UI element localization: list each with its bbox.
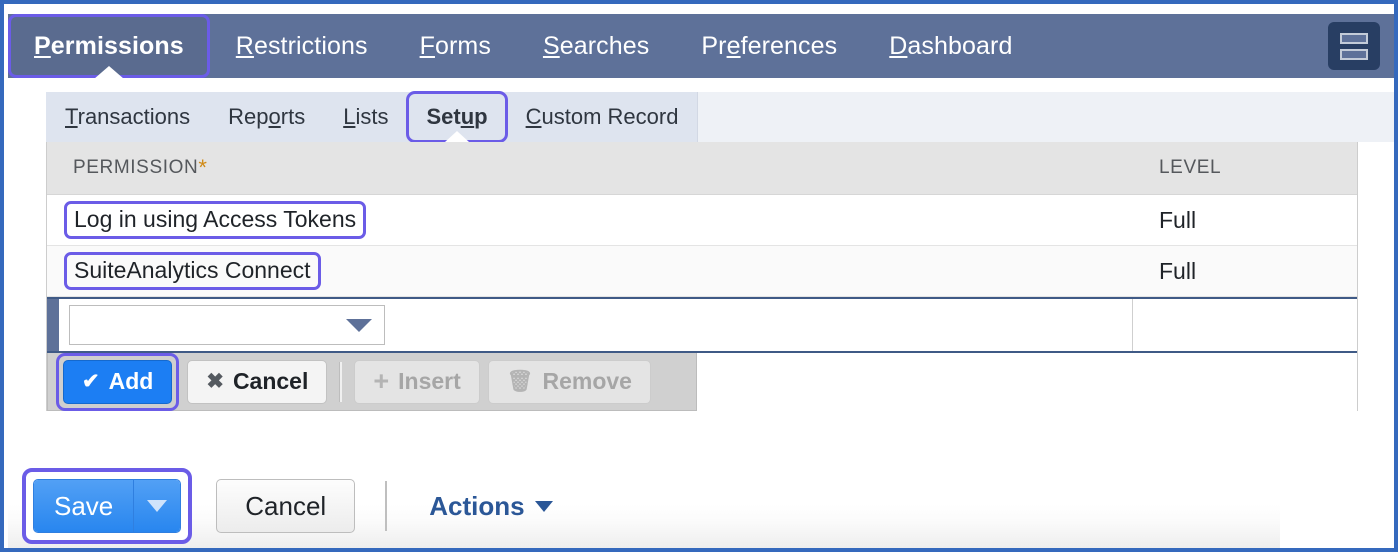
sub-tab-setup[interactable]: Setup — [406, 91, 508, 143]
cancel-button-label: Cancel — [245, 490, 327, 521]
grid-header-row: PERMISSION* LEVEL — [47, 142, 1357, 195]
remove-button[interactable]: 🗑 Remove — [487, 359, 651, 404]
insert-button-label: Insert — [398, 368, 461, 394]
primary-tab-permissions[interactable]: Permissions — [8, 14, 210, 79]
save-button[interactable]: Save — [34, 480, 134, 532]
trash-icon: 🗑 — [506, 370, 534, 393]
save-button-label: Save — [54, 490, 114, 521]
permission-select[interactable] — [69, 305, 385, 345]
required-star-icon: * — [198, 155, 207, 180]
actions-menu[interactable]: Actions — [429, 490, 553, 522]
edit-row-marker — [47, 299, 59, 351]
grid-header-permission: PERMISSION* — [47, 157, 1133, 179]
footer-action-bar: Save Cancel Actions — [8, 466, 1394, 546]
primary-tab-dashboard[interactable]: Dashboard — [863, 14, 1038, 78]
sub-tab-transactions-label: Transactions — [65, 104, 191, 129]
table-row[interactable]: SuiteAnalytics Connect Full — [47, 246, 1357, 297]
permissions-grid: PERMISSION* LEVEL Log in using Access To… — [46, 142, 1358, 411]
edit-row-permission-cell — [59, 299, 1133, 351]
grid-header-level-label: LEVEL — [1159, 157, 1222, 178]
sub-nav-tail — [697, 92, 1394, 142]
permission-level-0: Full — [1159, 206, 1197, 233]
primary-nav-bar: Permissions Restrictions Forms Searches … — [8, 14, 1394, 79]
grid-cell-level: Full — [1133, 258, 1357, 285]
actions-menu-label: Actions — [429, 490, 525, 521]
cancel-button[interactable]: Cancel — [216, 479, 356, 533]
primary-tab-searches[interactable]: Searches — [517, 14, 675, 78]
table-row[interactable]: Log in using Access Tokens Full — [47, 195, 1357, 246]
primary-tab-preferences[interactable]: Preferences — [675, 14, 863, 78]
add-button-label: Add — [108, 368, 154, 394]
split-layout-icon[interactable] — [1328, 22, 1380, 70]
sub-tab-lists[interactable]: Lists — [324, 92, 407, 142]
edit-row-level-cell[interactable] — [1133, 299, 1357, 351]
primary-tab-dashboard-label: Dashboard — [889, 31, 1013, 60]
permission-name-1: SuiteAnalytics Connect — [74, 257, 311, 283]
sub-tab-reports[interactable]: Reports — [209, 92, 324, 142]
highlight-outline-add-button: ✔ Add — [56, 352, 180, 411]
sub-tab-custom-record[interactable]: Custom Record — [507, 92, 698, 142]
chevron-down-icon — [346, 318, 372, 332]
sub-tab-reports-label: Reports — [228, 104, 306, 129]
primary-tab-restrictions-label: Restrictions — [235, 31, 368, 60]
grid-row-button-bar: ✔ Add ✖ Cancel + Insert 🗑 Remove — [47, 352, 697, 411]
x-icon: ✖ — [206, 370, 224, 393]
save-button-group: Save — [33, 479, 182, 533]
insert-button[interactable]: + Insert — [354, 359, 480, 404]
caret-down-icon — [147, 500, 168, 512]
primary-tab-forms[interactable]: Forms — [394, 14, 517, 78]
sub-nav-bar: Transactions Reports Lists Setup Custom … — [46, 91, 1394, 143]
footer-divider — [385, 481, 388, 531]
cancel-row-button-label: Cancel — [232, 368, 309, 394]
active-tab-caret-icon — [93, 66, 124, 79]
grid-header-permission-label: PERMISSION — [73, 157, 199, 178]
cancel-row-button[interactable]: ✖ Cancel — [187, 359, 328, 404]
grid-cell-permission: Log in using Access Tokens — [47, 201, 1133, 239]
primary-tab-permissions-label: Permissions — [34, 31, 184, 60]
highlight-outline-save-button: Save — [22, 468, 193, 544]
permission-name-0: Log in using Access Tokens — [74, 206, 357, 232]
highlight-outline-permission-1: SuiteAnalytics Connect — [64, 252, 321, 290]
sub-tab-lists-label: Lists — [343, 104, 389, 129]
check-icon: ✔ — [82, 370, 100, 393]
button-divider — [339, 361, 343, 402]
highlight-outline-permission-0: Log in using Access Tokens — [64, 201, 367, 239]
grid-header-level: LEVEL — [1133, 157, 1357, 179]
primary-tab-forms-label: Forms — [419, 31, 491, 60]
primary-tab-searches-label: Searches — [542, 31, 650, 60]
caret-down-icon — [534, 500, 553, 512]
add-button[interactable]: ✔ Add — [63, 359, 173, 404]
sub-tab-setup-label: Setup — [426, 104, 488, 129]
split-layout-bar-bottom — [1340, 48, 1368, 60]
split-layout-bar-top — [1340, 32, 1368, 44]
grid-edit-row — [47, 297, 1357, 353]
active-subtab-caret-icon — [445, 131, 470, 142]
save-dropdown-button[interactable] — [133, 480, 181, 532]
primary-tab-preferences-label: Preferences — [701, 31, 838, 60]
plus-icon: + — [373, 366, 390, 396]
sub-tab-transactions[interactable]: Transactions — [46, 92, 209, 142]
primary-tab-restrictions[interactable]: Restrictions — [210, 14, 394, 78]
permission-level-1: Full — [1159, 257, 1197, 284]
grid-cell-permission: SuiteAnalytics Connect — [47, 252, 1133, 290]
sub-tab-custom-record-label: Custom Record — [525, 104, 679, 129]
netsuite-role-permissions-screen: Permissions Restrictions Forms Searches … — [0, 0, 1398, 552]
grid-cell-level: Full — [1133, 207, 1357, 234]
remove-button-label: Remove — [542, 368, 632, 394]
